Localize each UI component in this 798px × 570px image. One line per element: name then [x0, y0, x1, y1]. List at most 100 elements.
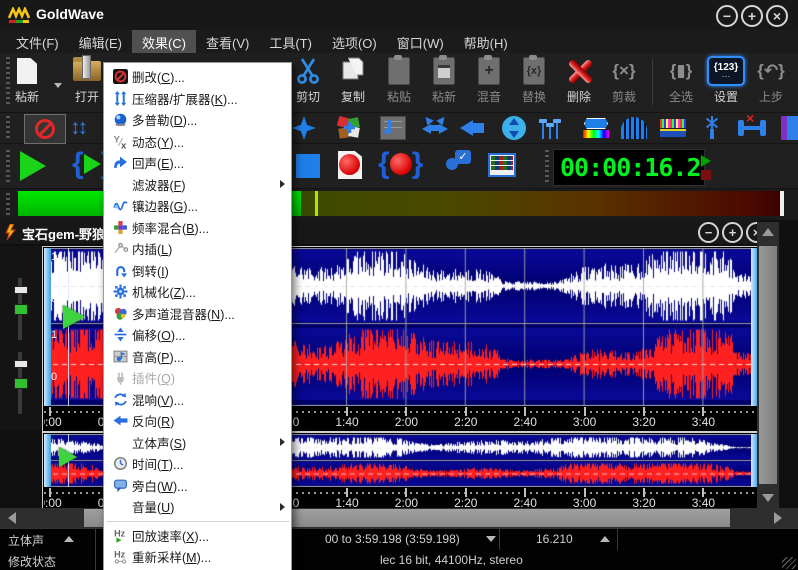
playback-mode-button[interactable]: ✓ [446, 154, 474, 168]
effect-pitch-button[interactable] [380, 116, 406, 140]
menubar-item[interactable]: 选项(O) [322, 30, 387, 53]
fader-knob-white[interactable] [14, 360, 28, 368]
channel-caret-icon[interactable] [64, 536, 74, 542]
effects-menu-item-offset[interactable]: 偏移(O)... [104, 324, 291, 346]
effects-menu-item-resample[interactable]: Hz重新采样(M)... [104, 546, 291, 568]
effect-mechanize-button[interactable] [701, 116, 723, 140]
playback-marker-icon[interactable] [63, 305, 85, 329]
toolbar-grip[interactable] [6, 193, 10, 215]
effect-cancel-button[interactable] [24, 114, 66, 144]
effects-menu-item-dynamics[interactable]: Yx动态(Y)... [104, 131, 291, 153]
replace-button[interactable]: {x} 替换 [511, 56, 557, 105]
scroll-left-button[interactable] [0, 508, 24, 528]
new-button[interactable]: 粘新 [4, 56, 50, 105]
effects-menu-item-multichannel-mixer[interactable]: 多声道混音器(N)... [104, 303, 291, 325]
effects-menu-item-voice-over[interactable]: 旁白(W)... [104, 475, 291, 497]
effects-menu-item-pitch[interactable]: 音高(P)... [104, 346, 291, 368]
effects-menu-item-cancel[interactable]: 删改(C)... [104, 66, 291, 88]
effects-menu-item-reverse[interactable]: 反向(R) [104, 410, 291, 432]
mix-button[interactable]: + 混音 [466, 56, 512, 105]
effect-noise-gate-button[interactable]: × [738, 116, 766, 140]
record-button[interactable] [338, 151, 362, 179]
select-all-button[interactable]: {▮} 全选 [658, 56, 704, 105]
document-maximize-button[interactable]: + [722, 222, 743, 243]
effect-dynamics-button[interactable] [542, 116, 558, 140]
effect-clipped-button[interactable] [781, 116, 798, 140]
position-caret-icon[interactable] [600, 536, 610, 542]
new-dropdown-icon[interactable] [54, 83, 62, 88]
effects-menu-item-frequency-blend[interactable]: 频率混合(B)... [104, 217, 291, 239]
maximize-button[interactable]: + [741, 5, 763, 27]
effect-reverse-button[interactable] [460, 116, 473, 140]
effects-menu-item-echo[interactable]: 回声(E)... [104, 152, 291, 174]
selection-caret-icon[interactable] [486, 536, 496, 542]
mini-play-icon[interactable] [701, 155, 711, 167]
fader-knob-white[interactable] [14, 286, 28, 294]
fader-knob-green[interactable] [14, 304, 28, 315]
position-status-cell[interactable]: 16.210 [500, 529, 618, 550]
effect-doppler-button[interactable] [292, 116, 316, 140]
effects-menu-item-invert[interactable]: 倒转(I) [104, 260, 291, 282]
paste-new-button[interactable]: 粘新 [421, 56, 467, 105]
menubar-item[interactable]: 文件(F) [6, 30, 69, 53]
settings-123-icon: {123}··· [707, 56, 745, 86]
effect-reverb-button[interactable] [422, 116, 448, 140]
effect-offset-button[interactable] [502, 116, 526, 140]
vertical-scrollbar[interactable] [757, 222, 779, 508]
document-minimize-button[interactable]: − [698, 222, 719, 243]
play-button[interactable] [20, 151, 46, 181]
effect-compressor-button[interactable]: ↕↕ [70, 116, 85, 140]
undo-button[interactable]: {↶} 上步 [748, 56, 794, 105]
effects-menu-item-compressor-expander[interactable]: 压缩器/扩展器(K)... [104, 88, 291, 110]
selection-edge-left[interactable] [44, 248, 51, 406]
scroll-down-button[interactable] [757, 488, 779, 508]
channel-status-cell[interactable]: 立体声 [0, 529, 96, 550]
effects-menu-item-reverb[interactable]: 混响(V)... [104, 389, 291, 411]
effect-frequency-mix-button[interactable] [336, 116, 362, 140]
menubar-item[interactable]: 效果(C) [132, 30, 196, 53]
scroll-up-button[interactable] [757, 222, 779, 242]
effects-menu-item-flanger[interactable]: 镶边器(G)... [104, 195, 291, 217]
effects-menu-item-volume[interactable]: 音量(U) [104, 496, 291, 518]
effects-menu-item-doppler[interactable]: 多普勒(D)... [104, 109, 291, 131]
effect-spectrum-button[interactable] [583, 116, 609, 140]
effects-menu-item-time[interactable]: 时间(T)... [104, 453, 291, 475]
effect-gate-button[interactable] [621, 116, 647, 140]
scroll-right-button[interactable] [766, 508, 790, 528]
resize-grip[interactable] [782, 557, 796, 569]
right-channel-fader[interactable] [18, 352, 22, 414]
menubar-item[interactable]: 帮助(H) [454, 30, 518, 53]
record-selection-button[interactable]: { } [378, 149, 423, 179]
mini-stop-icon[interactable] [701, 170, 711, 180]
effects-menu-item-filter[interactable]: 滤波器(F) [104, 174, 291, 196]
close-button[interactable]: × [766, 5, 788, 27]
vertical-scroll-thumb[interactable] [759, 246, 777, 484]
effects-menu-item-interpolate[interactable]: 内插(L) [104, 238, 291, 260]
paste-button[interactable]: 粘贴 [376, 56, 422, 105]
menubar-item[interactable]: 编辑(E) [69, 30, 132, 53]
menubar-item[interactable]: 工具(T) [259, 30, 322, 53]
blank-icon [108, 499, 132, 514]
effects-menu-item-playback-rate[interactable]: Hz回放速率(X)... [104, 525, 291, 547]
copy-button[interactable]: 复制 [330, 56, 376, 105]
menubar-item[interactable]: 窗口(W) [387, 30, 454, 53]
record-selection-icon [390, 153, 412, 175]
minimize-button[interactable]: − [716, 5, 738, 27]
delete-button[interactable]: 删除 [556, 56, 602, 105]
selection-edge-left[interactable] [44, 434, 51, 487]
effect-spectrum-keys-button[interactable] [660, 116, 686, 140]
effects-menu-item-stereo[interactable]: 立体声(S) [104, 432, 291, 454]
toolbar-grip[interactable] [6, 150, 10, 182]
fader-knob-green[interactable] [14, 378, 28, 389]
control-window-button[interactable] [488, 153, 516, 177]
left-channel-fader[interactable] [18, 278, 22, 340]
toolbar-grip[interactable] [6, 116, 10, 140]
settings-button[interactable]: {123}··· 设置 [703, 56, 749, 105]
toolbar-grip[interactable] [545, 150, 549, 182]
effects-menu-item-mechanize[interactable]: 机械化(Z)... [104, 281, 291, 303]
stop-button[interactable] [296, 154, 320, 178]
menu-item-label: 旁白(W)... [132, 476, 287, 495]
trim-button[interactable]: {×} 剪裁 [601, 56, 647, 105]
playback-marker-icon[interactable] [59, 447, 77, 467]
menubar-item[interactable]: 查看(V) [196, 30, 259, 53]
